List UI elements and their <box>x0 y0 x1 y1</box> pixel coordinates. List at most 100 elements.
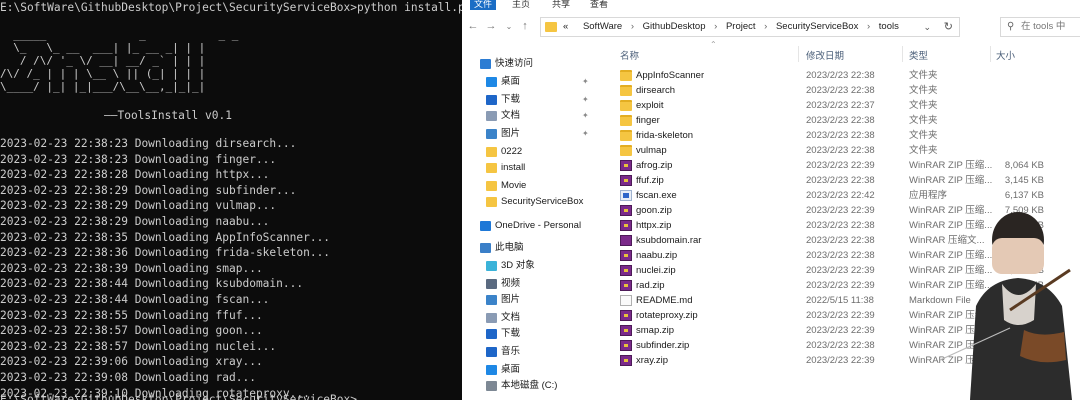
document-icon <box>486 111 497 121</box>
sidebar-item[interactable]: 图片 <box>462 292 612 308</box>
breadcrumb-overflow[interactable]: « <box>563 21 568 32</box>
file-row[interactable]: httpx.zip 2023/2/23 22:38 WinRAR ZIP 压缩...… <box>612 218 1080 233</box>
file-date: 2023/2/23 22:42 <box>806 190 875 201</box>
sidebar-item[interactable]: 桌面 ✦ <box>462 74 612 90</box>
file-row[interactable]: rotateproxy.zip 2023/2/23 22:39 WinRAR ZIP… <box>612 308 1080 323</box>
file-type: WinRAR ZIP 压缩... <box>909 265 993 276</box>
forward-arrow-icon[interactable]: → <box>484 20 498 32</box>
search-input[interactable]: ⚲ 在 tools 中 <box>1000 17 1080 37</box>
ribbon-tabs: 文件 主页 共享 查看 <box>462 0 1080 10</box>
breadcrumb-githubdesktop[interactable]: GithubDesktop <box>643 21 706 32</box>
file-row[interactable]: finger 2023/2/23 22:38 文件夹 <box>612 113 1080 128</box>
pin-icon[interactable]: ✦ <box>582 92 589 108</box>
recent-chevron-icon[interactable]: ⌄ <box>502 22 516 31</box>
file-size: 18,447 KB <box>999 265 1044 276</box>
file-row[interactable]: afrog.zip 2023/2/23 22:39 WinRAR ZIP 压缩...… <box>612 158 1080 173</box>
file-row[interactable]: xray.zip 2023/2/23 22:39 WinRAR ZIP 压缩... 2… <box>612 353 1080 368</box>
file-row[interactable]: smap.zip 2023/2/23 22:39 WinRAR ZIP 压缩... 2… <box>612 323 1080 338</box>
breadcrumb-project[interactable]: Project <box>726 21 756 32</box>
log-line: 2023-02-23 22:39:06 Downloading xray... <box>0 355 263 369</box>
file-type: 文件夹 <box>909 100 938 111</box>
column-header: ⌃ 名称 修改日期 类型 大小 <box>612 40 1080 64</box>
file-row[interactable]: goon.zip 2023/2/23 22:39 WinRAR ZIP 压缩... 7… <box>612 203 1080 218</box>
file-list-pane: ⌃ 名称 修改日期 类型 大小 AppInfoScanner 2023/2/23 … <box>612 40 1080 400</box>
file-type: WinRAR ZIP 压缩... <box>909 310 993 321</box>
breadcrumb-tools[interactable]: tools <box>879 21 899 32</box>
sidebar-item[interactable]: 0222 <box>462 144 612 160</box>
sidebar-item[interactable]: 视频 <box>462 276 612 292</box>
sidebar-item[interactable]: 快速访问 <box>462 56 612 72</box>
ribbon-tab-file[interactable]: 文件 <box>470 0 496 10</box>
pin-icon[interactable]: ✦ <box>582 74 589 90</box>
sidebar-item[interactable]: 图片 ✦ <box>462 126 612 142</box>
banner-line: \_ \_ __ ___| |_ __ _| | | <box>0 41 206 54</box>
archive-icon <box>620 250 632 261</box>
folder-icon <box>486 147 497 157</box>
up-arrow-icon[interactable]: ↑ <box>518 20 532 32</box>
sidebar-item[interactable]: SecurityServiceBox <box>462 194 612 210</box>
column-date[interactable]: 修改日期 <box>806 48 844 62</box>
breadcrumb-software[interactable]: SoftWare <box>583 21 622 32</box>
ribbon-tab-share[interactable]: 共享 <box>552 0 570 10</box>
refresh-icon[interactable]: ↻ <box>944 18 953 36</box>
sidebar-item[interactable]: install <box>462 160 612 176</box>
pin-icon[interactable]: ✦ <box>582 126 589 142</box>
log-line: 2023-02-23 22:39:08 Downloading rad... <box>0 370 256 384</box>
file-row[interactable]: nuclei.zip 2023/2/23 22:39 WinRAR ZIP 压缩..… <box>612 263 1080 278</box>
file-type: WinRAR ZIP 压缩... <box>909 250 993 261</box>
column-name[interactable]: 名称 <box>620 48 639 62</box>
file-row[interactable]: exploit 2023/2/23 22:37 文件夹 <box>612 98 1080 113</box>
file-row[interactable]: ffuf.zip 2023/2/23 22:38 WinRAR ZIP 压缩... 3… <box>612 173 1080 188</box>
file-row[interactable]: ksubdomain.rar 2023/2/23 22:38 WinRAR 压缩文.… <box>612 233 1080 248</box>
sidebar-item[interactable]: 文档 <box>462 310 612 326</box>
file-name: ffuf.zip <box>636 175 664 186</box>
file-name: ksubdomain.rar <box>636 235 702 246</box>
file-type: WinRAR ZIP 压缩... <box>909 175 993 186</box>
video-icon <box>486 279 497 289</box>
sidebar-item[interactable]: 本地磁盘 (C:) <box>462 378 612 394</box>
file-date: 2023/2/23 22:39 <box>806 310 875 321</box>
folder-icon <box>620 115 632 126</box>
file-type: WinRAR 压缩文... <box>909 235 985 246</box>
sidebar-item-label: 下载 <box>501 328 521 339</box>
breadcrumb-securityservicebox[interactable]: SecurityServiceBox <box>776 21 858 32</box>
sidebar-item[interactable]: 此电脑 <box>462 240 612 256</box>
column-type[interactable]: 类型 <box>909 48 928 62</box>
file-type: WinRAR ZIP 压缩... <box>909 355 993 366</box>
file-row[interactable]: README.md 2022/5/15 11:38 Markdown File 1 K… <box>612 293 1080 308</box>
sidebar-item-label: 桌面 <box>501 76 521 87</box>
file-row[interactable]: frida-skeleton 2023/2/23 22:38 文件夹 <box>612 128 1080 143</box>
terminal-prompt[interactable]: E:\SoftWare\GithubDesktop\Project\Securi… <box>0 392 357 400</box>
column-size[interactable]: 大小 <box>996 48 1015 62</box>
file-row[interactable]: vulmap 2023/2/23 22:38 文件夹 <box>612 143 1080 158</box>
file-row[interactable]: rad.zip 2023/2/23 22:39 WinRAR ZIP 压缩... 6,… <box>612 278 1080 293</box>
pin-icon[interactable]: ✦ <box>582 108 589 124</box>
file-row[interactable]: naabu.zip 2023/2/23 22:38 WinRAR ZIP 压缩...… <box>612 248 1080 263</box>
file-row[interactable]: subfinder.zip 2023/2/23 22:38 WinRAR ZIP 压… <box>612 338 1080 353</box>
picture-icon <box>486 295 497 305</box>
terminal-window[interactable]: E:\SoftWare\GithubDesktop\Project\Securi… <box>0 0 462 400</box>
sidebar-item-label: 图片 <box>501 294 521 305</box>
sidebar-item[interactable]: 下载 ✦ <box>462 92 612 108</box>
sidebar-item-label: install <box>501 162 526 173</box>
archive-icon <box>620 340 632 351</box>
sidebar-item[interactable]: OneDrive - Personal <box>462 218 612 234</box>
sidebar-item[interactable]: 3D 对象 <box>462 258 612 274</box>
address-bar[interactable]: « SoftWare › GithubDesktop › Project › S… <box>540 17 960 37</box>
folder-icon <box>486 163 497 173</box>
file-row[interactable]: fscan.exe 2023/2/23 22:42 应用程序 6,137 KB <box>612 188 1080 203</box>
log-line: 2023-02-23 22:38:55 Downloading ffuf... <box>0 308 263 322</box>
ribbon-tab-view[interactable]: 查看 <box>590 0 608 10</box>
sidebar-item[interactable]: 下载 <box>462 326 612 342</box>
sidebar-item[interactable]: Movie <box>462 178 612 194</box>
sidebar-item[interactable]: 音乐 <box>462 344 612 360</box>
file-date: 2023/2/23 22:37 <box>806 100 875 111</box>
file-row[interactable]: dirsearch 2023/2/23 22:38 文件夹 <box>612 83 1080 98</box>
file-row[interactable]: AppInfoScanner 2023/2/23 22:38 文件夹 <box>612 68 1080 83</box>
ribbon-tab-home[interactable]: 主页 <box>512 0 530 10</box>
address-dropdown-icon[interactable]: ⌄ <box>923 18 931 36</box>
sidebar-item[interactable]: 桌面 <box>462 362 612 378</box>
sidebar-item[interactable]: 文档 ✦ <box>462 108 612 124</box>
back-arrow-icon[interactable]: ← <box>466 20 480 32</box>
file-date: 2023/2/23 22:38 <box>806 250 875 261</box>
